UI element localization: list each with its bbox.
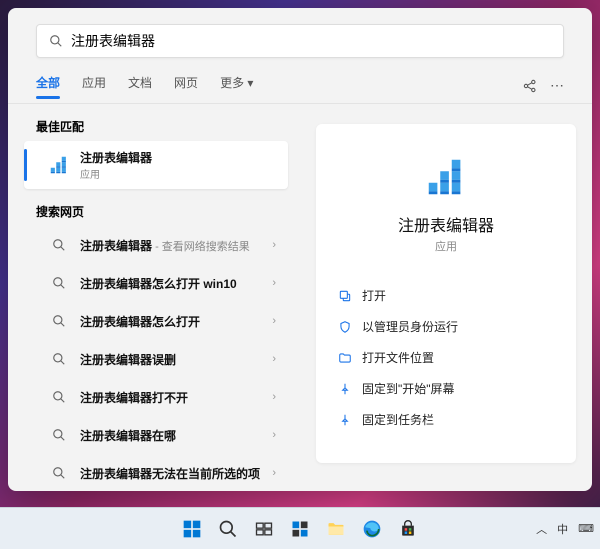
tab-apps[interactable]: 应用	[82, 74, 106, 97]
search-icon	[49, 34, 63, 48]
search-icon	[48, 424, 70, 446]
search-icon	[48, 272, 70, 294]
web-result-item[interactable]: 注册表编辑器在哪›	[24, 416, 288, 454]
chevron-right-icon: ›	[272, 315, 276, 327]
chevron-right-icon: ›	[272, 239, 276, 251]
results-list: 最佳匹配 注册表编辑器 应用 搜索网页 注册表编辑器 - 查看网络搜索结果›注册…	[8, 104, 300, 491]
ime-indicator[interactable]: 中	[557, 521, 568, 537]
web-result-item[interactable]: 注册表编辑器怎么打开 win10›	[24, 264, 288, 302]
store-button[interactable]	[391, 512, 425, 546]
chevron-down-icon: ▾	[247, 76, 253, 90]
section-web-results: 搜索网页	[36, 203, 300, 220]
action-open-file-location[interactable]: 打开文件位置	[334, 342, 558, 373]
web-result-item[interactable]: 注册表编辑器误删›	[24, 340, 288, 378]
web-result-title: 注册表编辑器怎么打开 win10	[80, 275, 272, 292]
chevron-right-icon: ›	[272, 429, 276, 441]
file-explorer-button[interactable]	[319, 512, 353, 546]
search-box[interactable]	[36, 24, 564, 58]
pin-icon	[338, 413, 362, 427]
search-input[interactable]	[71, 33, 551, 49]
action-pin-to-start[interactable]: 固定到"开始"屏幕	[334, 373, 558, 404]
preview-subtitle: 应用	[334, 238, 558, 254]
web-result-item[interactable]: 注册表编辑器无法在当前所选的项›	[24, 454, 288, 491]
search-icon	[48, 462, 70, 484]
action-pin-to-taskbar[interactable]: 固定到任务栏	[334, 404, 558, 435]
preview-app-icon	[334, 154, 558, 200]
start-button[interactable]	[175, 512, 209, 546]
open-icon	[338, 289, 362, 303]
best-match-title: 注册表编辑器	[80, 149, 276, 166]
chevron-right-icon: ›	[272, 353, 276, 365]
tray-overflow-icon[interactable]: ︿	[536, 521, 547, 537]
web-result-title: 注册表编辑器 - 查看网络搜索结果	[80, 237, 272, 254]
web-result-item[interactable]: 注册表编辑器 - 查看网络搜索结果›	[24, 226, 288, 264]
system-tray: ︿ 中 ⌨	[536, 521, 594, 537]
search-icon	[48, 386, 70, 408]
search-icon	[48, 348, 70, 370]
tab-more[interactable]: 更多 ▾	[220, 74, 253, 97]
task-view-button[interactable]	[247, 512, 281, 546]
shield-icon	[338, 320, 362, 334]
web-result-item[interactable]: 注册表编辑器打不开›	[24, 378, 288, 416]
taskbar-search-button[interactable]	[211, 512, 245, 546]
web-result-item[interactable]: 注册表编辑器怎么打开›	[24, 302, 288, 340]
edge-button[interactable]	[355, 512, 389, 546]
action-open[interactable]: 打开	[334, 280, 558, 311]
action-run-as-admin[interactable]: 以管理员身份运行	[334, 311, 558, 342]
preview-title: 注册表编辑器	[334, 212, 558, 236]
tab-web[interactable]: 网页	[174, 74, 198, 97]
start-search-flyout: 全部 应用 文档 网页 更多 ▾ ⋯ 最佳匹配 注册表编辑器 应用 搜索网页 注…	[8, 8, 592, 491]
widgets-button[interactable]	[283, 512, 317, 546]
web-result-title: 注册表编辑器打不开	[80, 389, 272, 406]
ime-mode-icon[interactable]: ⌨	[578, 522, 594, 535]
more-options-icon[interactable]: ⋯	[550, 77, 564, 94]
share-icon[interactable]	[522, 78, 538, 94]
chevron-right-icon: ›	[272, 277, 276, 289]
web-result-title: 注册表编辑器误删	[80, 351, 272, 368]
web-result-title: 注册表编辑器怎么打开	[80, 313, 272, 330]
web-result-title: 注册表编辑器在哪	[80, 427, 272, 444]
section-best-match: 最佳匹配	[36, 118, 300, 135]
folder-icon	[338, 351, 362, 365]
chevron-right-icon: ›	[272, 467, 276, 479]
chevron-right-icon: ›	[272, 391, 276, 403]
search-icon	[48, 234, 70, 256]
regedit-icon	[48, 154, 70, 176]
web-result-title: 注册表编辑器无法在当前所选的项	[80, 465, 272, 482]
best-match-item[interactable]: 注册表编辑器 应用	[24, 141, 288, 189]
search-icon	[48, 310, 70, 332]
best-match-subtitle: 应用	[80, 166, 276, 181]
scope-tabs: 全部 应用 文档 网页 更多 ▾ ⋯	[36, 74, 564, 97]
tab-docs[interactable]: 文档	[128, 74, 152, 97]
pin-icon	[338, 382, 362, 396]
preview-pane: 注册表编辑器 应用 打开 以管理员身份运行 打开文件位置	[300, 104, 592, 491]
tab-all[interactable]: 全部	[36, 74, 60, 97]
taskbar: ︿ 中 ⌨	[0, 507, 600, 549]
